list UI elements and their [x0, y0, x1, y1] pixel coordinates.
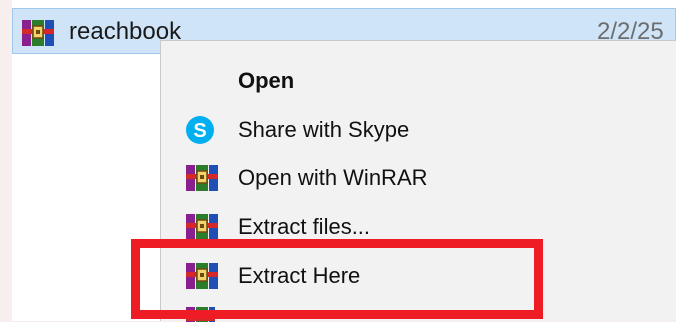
menu-item-label: Extract files...	[238, 214, 371, 239]
winrar-icon	[185, 163, 219, 198]
menu-item-label: Share with Skype	[238, 117, 410, 142]
menu-item-open-with-winrar[interactable]: Open with WinRAR	[161, 155, 676, 201]
svg-text:S: S	[193, 120, 206, 142]
winrar-icon	[185, 212, 219, 247]
winrar-icon	[185, 261, 219, 296]
menu-item-label: Open	[238, 68, 295, 93]
menu-item-extract-files[interactable]: Extract files...	[161, 204, 676, 250]
winrar-icon	[185, 305, 215, 322]
menu-item-label: Open with WinRAR	[238, 165, 428, 190]
menu-item-extract-here[interactable]: Extract Here	[161, 253, 676, 299]
skype-icon: S	[185, 115, 215, 150]
winrar-archive-icon	[21, 18, 55, 53]
context-menu: Open S Share with Skype Open with WinRAR	[160, 40, 676, 322]
menu-item-label: Extract Here	[238, 263, 361, 288]
menu-item-share-with-skype[interactable]: S Share with Skype	[161, 107, 676, 153]
menu-item-open[interactable]: Open	[161, 58, 676, 104]
